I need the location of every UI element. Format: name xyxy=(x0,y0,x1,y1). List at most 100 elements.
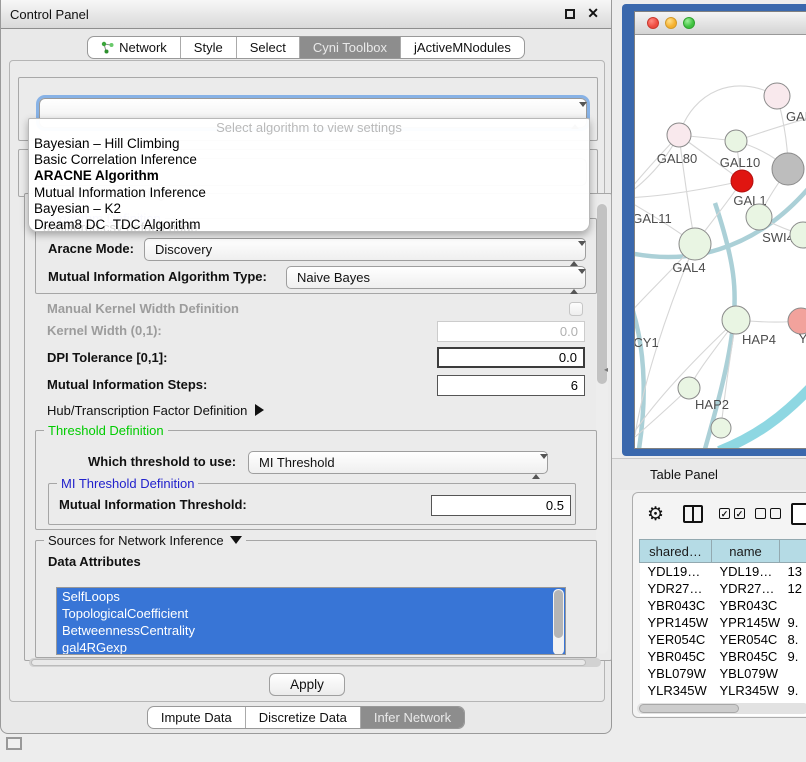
settings-horizontal-scrollbar[interactable] xyxy=(29,658,601,667)
network-edge[interactable] xyxy=(635,181,742,198)
network-edge[interactable] xyxy=(679,86,777,135)
mi-type-combo[interactable]: Naive Bayes xyxy=(286,266,586,289)
close-icon[interactable]: ✕ xyxy=(587,5,599,22)
collapse-down-icon[interactable] xyxy=(230,536,242,544)
hub-definition-toggle[interactable]: Hub/Transcription Factor Definition xyxy=(47,400,264,422)
tab-label: Network xyxy=(119,40,167,55)
dropdown-item[interactable]: Basic Correlation Inference xyxy=(29,152,589,168)
table-cell[interactable]: YBL079W xyxy=(712,665,780,682)
bottom-tabbar: Impute Data Discretize Data Infer Networ… xyxy=(1,706,611,729)
mac-close-icon[interactable] xyxy=(647,17,659,29)
float-window-icon[interactable] xyxy=(565,9,575,19)
apply-button[interactable]: Apply xyxy=(269,673,345,696)
table-cell[interactable]: 9. xyxy=(780,614,806,631)
network-node[interactable] xyxy=(667,123,691,147)
tab-impute-data[interactable]: Impute Data xyxy=(148,707,245,728)
tab-network[interactable]: Network xyxy=(88,37,180,58)
dropdown-item[interactable]: Mutual Information Inference xyxy=(29,185,589,201)
network-node[interactable] xyxy=(678,377,700,399)
table-cell[interactable]: 9. xyxy=(780,648,806,665)
table-cell[interactable]: YDL19… xyxy=(712,563,780,580)
file-icon[interactable] xyxy=(791,503,806,525)
tab-cyni-toolbox[interactable]: Cyni Toolbox xyxy=(299,37,400,58)
column-header-name[interactable]: name xyxy=(712,540,780,563)
table-cell[interactable]: 8. xyxy=(780,631,806,648)
table-row[interactable]: YER054CYER054C8. xyxy=(640,631,806,648)
mi-steps-field[interactable]: 6 xyxy=(437,375,585,396)
table-cell[interactable]: YDR27… xyxy=(640,580,712,597)
which-threshold-combo[interactable]: MI Threshold xyxy=(248,451,548,474)
table-cell[interactable]: 9. xyxy=(780,682,806,699)
table-cell[interactable]: YDR27… xyxy=(712,580,780,597)
table-cell[interactable] xyxy=(780,597,806,614)
tab-select[interactable]: Select xyxy=(236,37,299,58)
table-row[interactable]: YLR345WYLR345W9. xyxy=(640,682,806,699)
tab-style[interactable]: Style xyxy=(180,37,236,58)
dropdown-item-selected[interactable]: ARACNE Algorithm xyxy=(29,168,589,184)
table-cell[interactable]: YBR043C xyxy=(640,597,712,614)
table-cell[interactable]: YLR345W xyxy=(640,682,712,699)
tab-jactivemnodules[interactable]: jActiveMNodules xyxy=(400,37,524,58)
network-node[interactable] xyxy=(722,306,750,334)
tab-infer-network[interactable]: Infer Network xyxy=(360,707,464,728)
table-cell[interactable]: YER054C xyxy=(640,631,712,648)
table-cell[interactable]: YDL19… xyxy=(640,563,712,580)
list-item[interactable]: SelfLoops xyxy=(57,588,565,605)
table-horizontal-scrollbar[interactable] xyxy=(637,703,806,714)
network-node[interactable] xyxy=(764,83,790,109)
network-edge[interactable] xyxy=(719,385,806,449)
unchecked-checkbox-icon xyxy=(770,508,781,519)
table-cell[interactable]: YBR043C xyxy=(712,597,780,614)
gear-icon[interactable]: ⚙ xyxy=(647,502,664,528)
network-canvas[interactable]: GALGAL80GAL10GAL1GAL11GAL4SWI4GCY1HAP4YH… xyxy=(635,35,806,449)
table-row[interactable]: YDR27…YDR27…12 xyxy=(640,580,806,597)
mac-minimize-icon[interactable] xyxy=(665,17,677,29)
table-cell[interactable]: 12 xyxy=(780,580,806,597)
table-cell[interactable]: YPR145W xyxy=(640,614,712,631)
table-cell[interactable]: YBR045C xyxy=(640,648,712,665)
column-header-cut[interactable] xyxy=(780,540,806,563)
scrollbar-thumb[interactable] xyxy=(554,590,563,638)
list-scrollbar[interactable] xyxy=(553,589,564,655)
list-item[interactable]: TopologicalCoefficient xyxy=(57,605,565,622)
scrollbar-thumb[interactable] xyxy=(31,659,586,666)
network-node[interactable] xyxy=(746,204,772,230)
table-cell[interactable]: YER054C xyxy=(712,631,780,648)
columns-icon[interactable] xyxy=(683,505,703,523)
table-cell[interactable]: YLR345W xyxy=(712,682,780,699)
deselect-all-button[interactable] xyxy=(755,508,781,519)
table-row[interactable]: YBR045CYBR045C9. xyxy=(640,648,806,665)
network-node[interactable] xyxy=(731,170,753,192)
divider-grip-icon[interactable]: ◂ xyxy=(604,363,613,377)
table-cell[interactable]: YBL079W xyxy=(640,665,712,682)
network-node[interactable] xyxy=(772,153,804,185)
float-panel-icon[interactable] xyxy=(6,737,22,750)
tab-discretize-data[interactable]: Discretize Data xyxy=(245,707,360,728)
table-cell[interactable]: YPR145W xyxy=(712,614,780,631)
list-item[interactable]: BetweennessCentrality xyxy=(57,622,565,639)
table-cell[interactable] xyxy=(780,665,806,682)
aracne-mode-combo[interactable]: Discovery xyxy=(144,238,586,261)
table-cell[interactable]: 13 xyxy=(780,563,806,580)
table-cell[interactable]: YBR045C xyxy=(712,648,780,665)
column-header-shared-name[interactable]: shared… xyxy=(640,540,712,563)
dpi-tolerance-field[interactable]: 0.0 xyxy=(437,347,585,368)
list-item[interactable]: gal4RGexp xyxy=(57,639,565,655)
expand-right-icon[interactable] xyxy=(255,404,264,416)
table-row[interactable]: YBL079WYBL079W xyxy=(640,665,806,682)
table-panel-header: Table Panel xyxy=(612,458,806,490)
network-node[interactable] xyxy=(679,228,711,260)
mac-zoom-icon[interactable] xyxy=(683,17,695,29)
dropdown-item[interactable]: Bayesian – K2 xyxy=(29,201,589,217)
scrollbar-thumb[interactable] xyxy=(639,704,739,713)
settings-scrollbar[interactable] xyxy=(596,202,608,654)
network-node[interactable] xyxy=(711,418,731,438)
dropdown-item[interactable]: Dream8 DC_TDC Algorithm xyxy=(29,217,589,232)
table-row[interactable]: YDL19…YDL19…13 xyxy=(640,563,806,580)
table-row[interactable]: YBR043CYBR043C xyxy=(640,597,806,614)
table-row[interactable]: YPR145WYPR145W9. xyxy=(640,614,806,631)
network-node[interactable] xyxy=(725,130,747,152)
mi-threshold-field[interactable]: 0.5 xyxy=(431,495,571,516)
dropdown-item[interactable]: Bayesian – Hill Climbing xyxy=(29,136,589,152)
select-all-button[interactable]: ✓ ✓ xyxy=(719,508,745,519)
